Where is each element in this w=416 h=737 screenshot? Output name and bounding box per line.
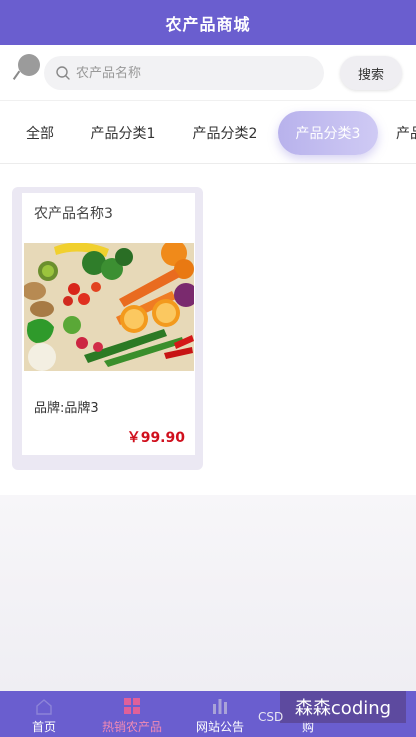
search-icon [56, 66, 70, 80]
search-input[interactable] [76, 65, 306, 81]
product-card[interactable]: 农产品名称3 品牌:品牌3 ￥99.90 [12, 187, 203, 470]
app-screen: 农产品商城 搜索 全部 产品分类1 产品分类2 产品分类3 产品 [0, 0, 416, 737]
empty-area [0, 495, 416, 691]
tab-label: 产品分类2 [192, 126, 258, 142]
search-row: 搜索 [0, 52, 416, 96]
search-box[interactable] [44, 56, 324, 90]
product-brand: 品牌:品牌3 [34, 401, 99, 416]
tab-label: 全部 [26, 126, 54, 142]
nav-announcements[interactable]: 网站公告 [176, 691, 264, 737]
product-name: 农产品名称3 [34, 206, 113, 222]
nav-label: 热销农产品 [101, 720, 162, 734]
nav-hot-products[interactable]: 热销农产品 [88, 691, 176, 737]
tab-category-2[interactable]: 产品分类2 [184, 111, 266, 155]
tab-category-4[interactable]: 产品 [396, 111, 416, 155]
search-button[interactable]: 搜索 [340, 56, 402, 90]
product-card-body: 农产品名称3 品牌:品牌3 ￥99.90 [22, 193, 195, 455]
grid-icon [124, 698, 140, 714]
chart-icon [213, 699, 227, 714]
watermark-prefix: CSD [258, 710, 284, 724]
tab-label: 产品分类1 [90, 126, 156, 142]
product-image[interactable] [24, 243, 194, 371]
top-header: 农产品商城 [0, 0, 416, 45]
category-tabs: 全部 产品分类1 产品分类2 产品分类3 产品 [0, 100, 416, 164]
nav-home[interactable]: 首页 [0, 691, 88, 737]
watermark: 森森coding [280, 691, 406, 723]
tab-category-3[interactable]: 产品分类3 [278, 111, 378, 155]
home-icon [36, 699, 52, 715]
tab-all[interactable]: 全部 [18, 111, 62, 155]
product-list: 农产品名称3 品牌:品牌3 ￥99.90 [0, 165, 416, 495]
tab-label: 产品分类3 [295, 126, 361, 142]
product-price: ￥99.90 [126, 430, 185, 446]
nav-label: 网站公告 [195, 720, 244, 734]
page-title: 农产品商城 [165, 14, 251, 34]
tab-label: 产品 [396, 126, 416, 142]
nav-label: 首页 [31, 720, 56, 734]
tab-category-1[interactable]: 产品分类1 [82, 111, 164, 155]
watermark-text: 森森coding [294, 698, 392, 719]
